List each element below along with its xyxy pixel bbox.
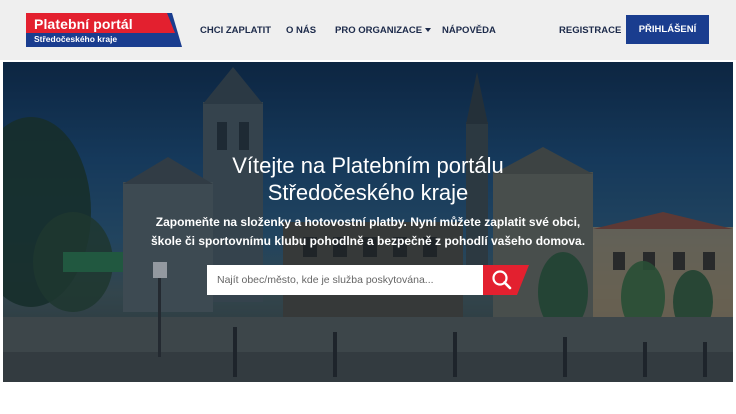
login-button[interactable]: PŘIHLÁŠENÍ	[626, 15, 709, 44]
hero-title-line-2: Středočeského kraje	[267, 180, 469, 205]
nav-label: NÁPOVĚDA	[442, 24, 496, 36]
hero-title-line-1: Vítejte na Platebním portálu	[232, 153, 504, 178]
search-icon	[483, 265, 529, 295]
chevron-down-icon	[425, 28, 432, 32]
logo-title: Platební portál	[34, 16, 133, 32]
hero-banner: Vítejte na Platebním portálu Středočeské…	[3, 62, 733, 382]
register-label: REGISTRACE	[559, 24, 622, 36]
logo[interactable]: Platební portál Středočeského kraje	[26, 13, 182, 47]
hero-title: Vítejte na Platebním portálu Středočeské…	[3, 152, 733, 206]
nav-label: PRO ORGANIZACE	[335, 24, 423, 36]
nav-item-napoveda[interactable]: NÁPOVĚDA	[442, 0, 496, 60]
nav-item-o-nas[interactable]: O NÁS	[286, 0, 316, 60]
search-bar	[207, 265, 529, 295]
nav-label: CHCI ZAPLATIT	[200, 24, 272, 36]
login-label: PŘIHLÁŠENÍ	[638, 24, 697, 35]
register-link[interactable]: REGISTRACE	[559, 0, 621, 60]
hero-text-line-2: škole či sportovnímu klubu pohodlně a be…	[150, 234, 586, 248]
nav-item-chci-zaplatit[interactable]: CHCI ZAPLATIT	[200, 0, 271, 60]
site-header: Platební portál Středočeského kraje CHCI…	[0, 0, 736, 60]
nav-label: O NÁS	[286, 24, 317, 36]
logo-subtitle: Středočeského kraje	[34, 34, 118, 44]
nav-item-pro-organizace[interactable]: PRO ORGANIZACE	[335, 0, 432, 60]
search-button[interactable]	[483, 265, 529, 295]
hero-text-line-1: Zapomeňte na složenky a hotovostní platb…	[155, 215, 581, 229]
search-input[interactable]	[207, 265, 483, 295]
hero-description: Zapomeňte na složenky a hotovostní platb…	[3, 213, 733, 251]
